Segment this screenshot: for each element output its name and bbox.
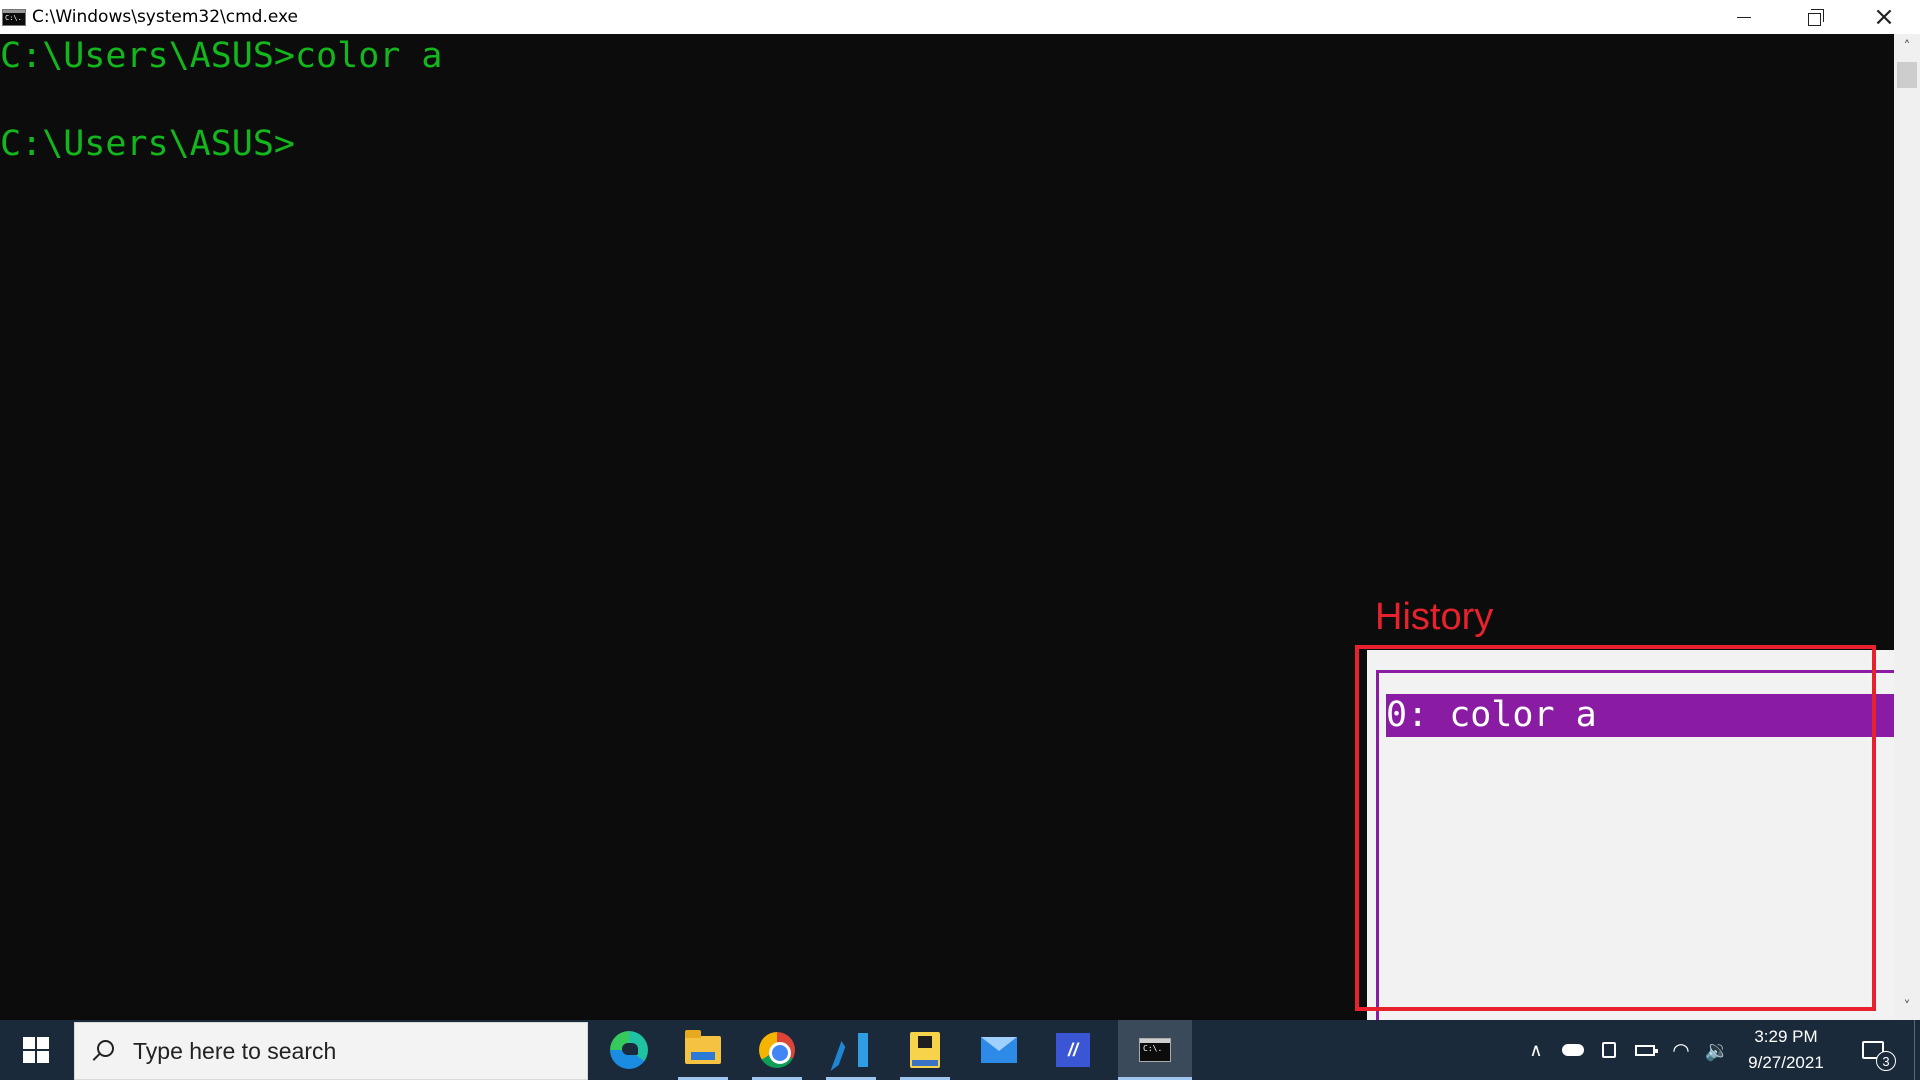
vscode-icon bbox=[834, 1033, 868, 1067]
show-hidden-icons-chevron-icon[interactable]: ∧ bbox=[1524, 1020, 1548, 1080]
taskbar-app-stylus[interactable]: // bbox=[1036, 1020, 1110, 1080]
meet-now-icon[interactable] bbox=[1596, 1020, 1622, 1080]
mail-icon bbox=[981, 1037, 1017, 1063]
folder-icon bbox=[685, 1030, 721, 1064]
taskbar-app-file-explorer[interactable] bbox=[666, 1020, 740, 1080]
show-desktop-button[interactable] bbox=[1914, 1020, 1920, 1080]
cmd-app-icon[interactable]: C:\. bbox=[2, 8, 26, 26]
title-bar: C:\. C:\Windows\system32\cmd.exe × bbox=[0, 0, 1920, 34]
scroll-up-icon[interactable]: ˄ bbox=[1894, 34, 1920, 60]
history-highlight-box bbox=[1355, 645, 1876, 1011]
wifi-icon[interactable]: ◠ bbox=[1668, 1020, 1694, 1080]
cmd-icon: C:\. bbox=[1139, 1038, 1171, 1062]
clock-date: 9/27/2021 bbox=[1748, 1053, 1824, 1072]
taskbar-app-chrome[interactable] bbox=[740, 1020, 814, 1080]
stylus-icon: // bbox=[1056, 1033, 1090, 1067]
scroll-down-icon[interactable]: ˅ bbox=[1894, 994, 1920, 1020]
taskbar-clock[interactable]: 3:29 PM 9/27/2021 bbox=[1736, 1020, 1836, 1080]
taskbar-app-python[interactable] bbox=[888, 1020, 962, 1080]
onedrive-cloud-icon[interactable] bbox=[1560, 1020, 1586, 1080]
search-placeholder: Type here to search bbox=[133, 1037, 337, 1064]
battery-icon[interactable] bbox=[1632, 1020, 1658, 1080]
start-button[interactable] bbox=[0, 1020, 72, 1080]
taskbar: Type here to search // C:\. ∧ ◠ 🔉 3:29 P… bbox=[0, 1020, 1920, 1080]
taskbar-app-mail[interactable] bbox=[962, 1020, 1036, 1080]
minimize-button[interactable] bbox=[1709, 0, 1779, 34]
python-icon bbox=[910, 1032, 940, 1068]
scroll-thumb[interactable] bbox=[1897, 62, 1917, 88]
taskbar-app-edge[interactable] bbox=[592, 1020, 666, 1080]
taskbar-search-box[interactable]: Type here to search bbox=[74, 1022, 588, 1080]
edge-icon bbox=[610, 1031, 648, 1069]
restore-icon bbox=[1807, 8, 1824, 26]
chrome-icon bbox=[759, 1032, 795, 1068]
action-center-button[interactable]: 3 bbox=[1848, 1020, 1898, 1080]
windows-logo-icon bbox=[23, 1037, 49, 1063]
history-annotation-label: History bbox=[1375, 596, 1494, 638]
taskbar-app-vscode[interactable] bbox=[814, 1020, 888, 1080]
restore-button[interactable] bbox=[1779, 0, 1849, 34]
vertical-scrollbar[interactable]: ˄ ˅ bbox=[1894, 34, 1920, 1020]
clock-time: 3:29 PM bbox=[1754, 1027, 1818, 1046]
window-title: C:\Windows\system32\cmd.exe bbox=[32, 7, 299, 27]
cmd-icon-text: C:\. bbox=[1143, 1044, 1163, 1053]
cmd-app-icon-text: C:\. bbox=[5, 13, 22, 22]
volume-icon[interactable]: 🔉 bbox=[1704, 1020, 1730, 1080]
search-icon bbox=[91, 1040, 114, 1062]
close-icon: × bbox=[1873, 2, 1895, 32]
taskbar-app-cmd[interactable]: C:\. bbox=[1118, 1020, 1192, 1080]
console-line: C:\Users\ASUS>color a bbox=[0, 36, 443, 76]
notification-count-badge: 3 bbox=[1876, 1051, 1896, 1071]
close-button[interactable]: × bbox=[1849, 0, 1919, 34]
notification-icon: 3 bbox=[1862, 1041, 1896, 1071]
minimize-icon bbox=[1737, 16, 1751, 18]
console-prompt: C:\Users\ASUS> bbox=[0, 124, 296, 164]
